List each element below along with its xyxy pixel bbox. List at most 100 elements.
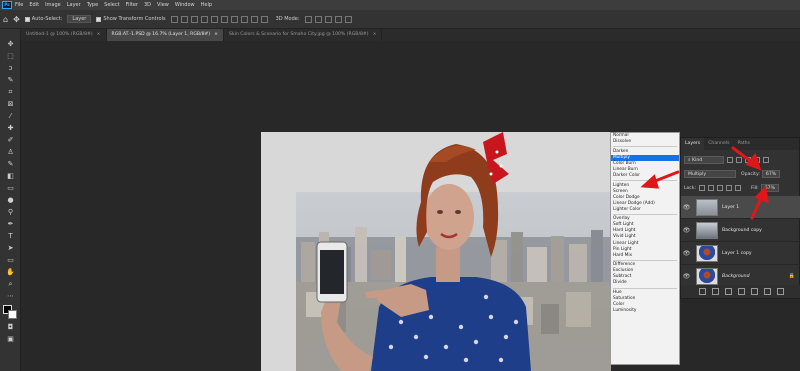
auto-select-target-dropdown[interactable]: Layer [67, 15, 92, 23]
blend-mode-menu[interactable]: Normal Dissolve Darken Multiply Color Burn Li… [610, 132, 680, 365]
quick-mask-icon[interactable]: ◘ [5, 322, 16, 332]
layer-row-layer-1[interactable]: 👁 Layer 1 [681, 196, 800, 219]
type-filter-icon[interactable] [745, 157, 751, 163]
more-tools-icon[interactable]: ⋯ [5, 291, 16, 301]
lock-image-icon[interactable] [708, 185, 715, 191]
tools-panel: ✥ ⬚ ↄ ✎ ⌗ ⊠ ⁄ ✚ ✐ ♙ ✎ ◧ ▭ ● ⚲ ✒ T ➤ ▭ ✋ … [0, 29, 21, 371]
menu-image[interactable]: Image [45, 2, 61, 8]
lock-all-icon[interactable] [735, 185, 742, 191]
blur-tool-icon[interactable]: ● [5, 195, 16, 205]
eyedropper-tool-icon[interactable]: ⁄ [5, 111, 16, 121]
hand-tool-icon[interactable]: ✋ [5, 267, 16, 277]
frame-tool-icon[interactable]: ⊠ [5, 99, 16, 109]
history-brush-tool-icon[interactable]: ✎ [5, 159, 16, 169]
menu-help[interactable]: Help [201, 2, 212, 8]
document-tab-active[interactable]: RGB.AT.-1.PSD @ 16.7% (Layer 1, RGB/8#) × [106, 29, 225, 41]
screen-mode-icon[interactable]: ▣ [5, 334, 16, 344]
mask-icon[interactable] [724, 288, 732, 295]
stamp-tool-icon[interactable]: ♙ [5, 147, 16, 157]
background-color-swatch[interactable] [8, 310, 17, 319]
layer-name[interactable]: Layer 1 copy [722, 251, 752, 256]
zoom-tool-icon[interactable]: ⌕ [5, 279, 16, 289]
document-tab[interactable]: Skin Colors & Scenario for Smaho City.jp… [224, 29, 383, 41]
adjustment-filter-icon[interactable] [736, 157, 742, 163]
eye-icon[interactable]: 👁 [682, 204, 691, 211]
blend-mode-dropdown[interactable]: Multiply [684, 170, 736, 178]
menu-3d[interactable]: 3D [144, 2, 151, 8]
menu-edit[interactable]: Edit [29, 2, 39, 8]
move-tool-icon[interactable]: ✥ [13, 15, 20, 24]
shape-filter-icon[interactable] [754, 157, 760, 163]
trash-icon[interactable] [776, 288, 784, 295]
kind-filter-dropdown[interactable]: ⌕ Kind [684, 156, 724, 164]
eraser-tool-icon[interactable]: ◧ [5, 171, 16, 181]
blend-mode-option[interactable]: Lighter Color [611, 207, 679, 213]
menu-type[interactable]: Type [87, 2, 98, 8]
layer-thumbnail [696, 267, 718, 285]
fx-icon[interactable] [711, 288, 719, 295]
type-tool-icon[interactable]: T [5, 231, 16, 241]
menu-layer[interactable]: Layer [67, 2, 81, 8]
document-tab[interactable]: Untitled-1 @ 100% (RGB/8#) × [21, 29, 107, 41]
tab-channels[interactable]: Channels [704, 138, 733, 150]
pixel-filter-icon[interactable] [727, 157, 733, 163]
close-icon[interactable]: × [97, 32, 101, 37]
3d-mode-buttons[interactable] [304, 15, 355, 24]
new-layer-icon[interactable] [763, 288, 771, 295]
move-tool-icon[interactable]: ✥ [5, 39, 16, 49]
show-transform-label: Show Transform Controls [103, 16, 166, 22]
close-icon[interactable]: × [214, 32, 218, 37]
tab-label: Untitled-1 @ 100% (RGB/8#) [26, 32, 93, 37]
layer-thumbnail [696, 198, 718, 216]
folder-icon[interactable] [750, 288, 758, 295]
blend-mode-option[interactable]: Luminosity [611, 308, 679, 314]
tab-paths[interactable]: Paths [733, 138, 754, 150]
lock-position-icon[interactable] [717, 185, 724, 191]
layer-name[interactable]: Background copy [722, 228, 762, 233]
layer-row-background-copy[interactable]: 👁 Background copy [681, 219, 800, 242]
fill-input[interactable]: 67% [760, 184, 779, 192]
layer-name[interactable]: Layer 1 [722, 205, 739, 210]
home-icon[interactable]: ⌂ [3, 15, 8, 24]
document-canvas-image[interactable] [261, 132, 611, 371]
menu-bar: Ps File Edit Image Layer Type Select Fil… [0, 0, 800, 10]
blend-mode-option[interactable]: Dissolve [611, 139, 679, 145]
lasso-tool-icon[interactable]: ↄ [5, 63, 16, 73]
link-icon[interactable] [698, 288, 706, 295]
adjustment-icon[interactable] [737, 288, 745, 295]
marquee-tool-icon[interactable]: ⬚ [5, 51, 16, 61]
crop-tool-icon[interactable]: ⌗ [5, 87, 16, 97]
lock-transparent-icon[interactable] [699, 185, 706, 191]
brush-tool-icon[interactable]: ✐ [5, 135, 16, 145]
menu-filter[interactable]: Filter [126, 2, 138, 8]
layer-name[interactable]: Background [722, 274, 750, 279]
menu-separator [613, 287, 677, 289]
show-transform-checkbox[interactable]: Show Transform Controls [96, 15, 166, 24]
path-select-tool-icon[interactable]: ➤ [5, 243, 16, 253]
dodge-tool-icon[interactable]: ⚲ [5, 207, 16, 217]
quick-select-tool-icon[interactable]: ✎ [5, 75, 16, 85]
menu-view[interactable]: View [157, 2, 169, 8]
lock-icon[interactable]: 🔒 [789, 273, 795, 279]
blend-mode-option[interactable]: Hard Mix [611, 253, 679, 259]
pen-tool-icon[interactable]: ✒ [5, 219, 16, 229]
blend-mode-option[interactable]: Darker Color [611, 173, 679, 179]
eye-icon[interactable]: 👁 [682, 227, 691, 234]
close-icon[interactable]: × [373, 32, 377, 37]
tab-layers[interactable]: Layers [681, 138, 705, 150]
eye-icon[interactable]: 👁 [682, 273, 691, 280]
layer-row-layer-1-copy[interactable]: 👁 Layer 1 copy [681, 242, 800, 265]
align-buttons[interactable] [170, 15, 271, 24]
opacity-input[interactable]: 67% [761, 170, 781, 178]
healing-tool-icon[interactable]: ✚ [5, 123, 16, 133]
smart-object-filter-icon[interactable] [763, 157, 769, 163]
menu-window[interactable]: Window [175, 2, 195, 8]
menu-file[interactable]: File [15, 2, 23, 8]
lock-artboard-icon[interactable] [726, 185, 733, 191]
eye-icon[interactable]: 👁 [682, 250, 691, 257]
blend-mode-option[interactable]: Divide [611, 280, 679, 286]
auto-select-checkbox[interactable]: Auto-Select: [24, 15, 62, 24]
menu-select[interactable]: Select [104, 2, 119, 8]
gradient-tool-icon[interactable]: ▭ [5, 183, 16, 193]
shape-tool-icon[interactable]: ▭ [5, 255, 16, 265]
